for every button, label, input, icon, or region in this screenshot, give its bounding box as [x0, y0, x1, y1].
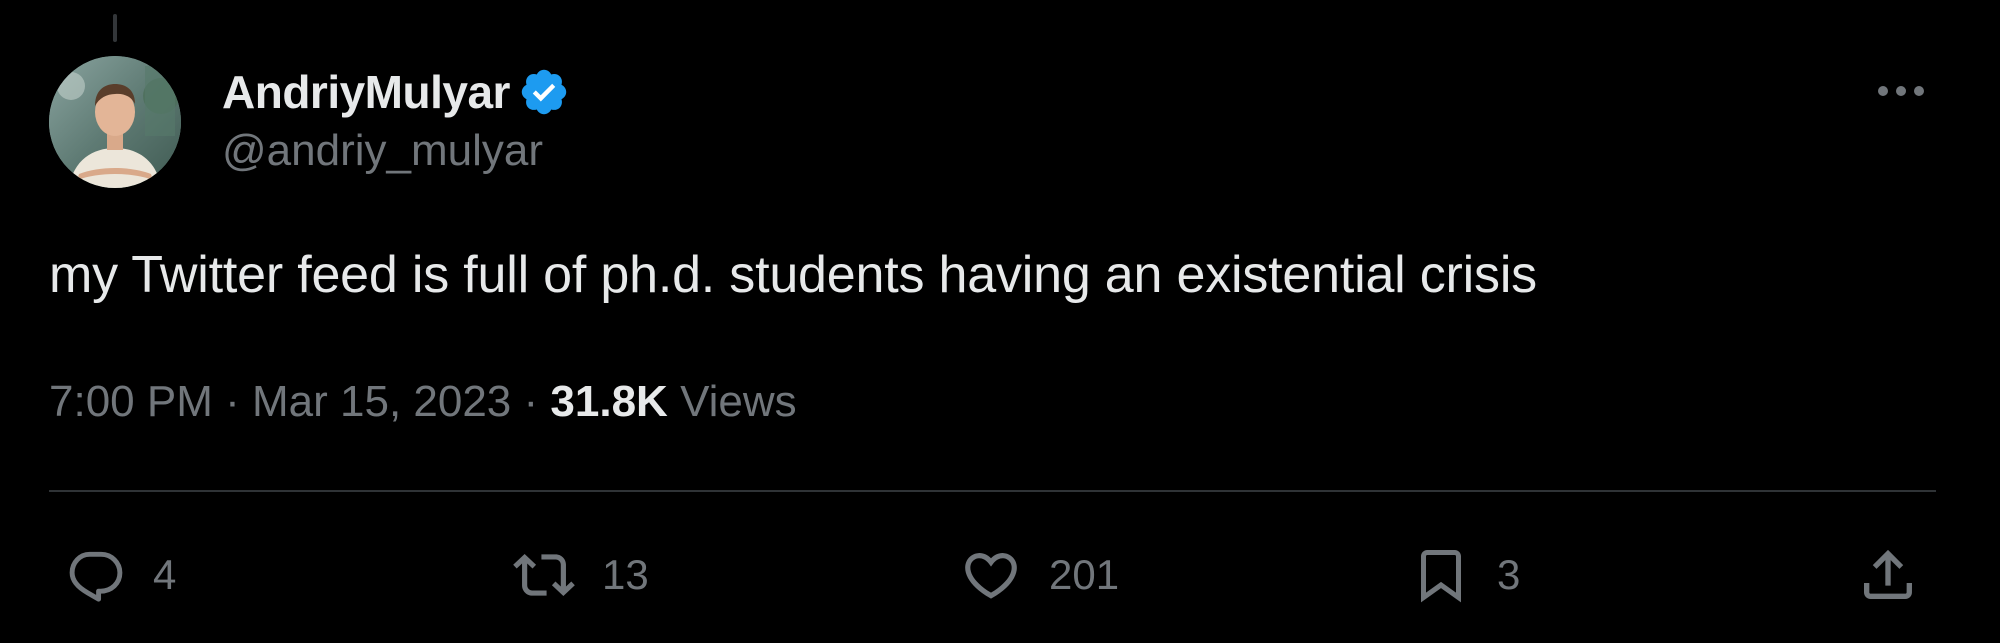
- share-button[interactable]: [1856, 530, 1920, 620]
- retweet-icon: [513, 554, 575, 596]
- action-bar: 4 13 201 3: [49, 530, 1936, 620]
- tweet-time[interactable]: 7:00 PM: [49, 377, 213, 426]
- bookmark-button[interactable]: 3: [1411, 530, 1520, 620]
- avatar-image: [49, 56, 181, 188]
- like-button[interactable]: 201: [959, 530, 1119, 620]
- meta-separator: ·: [523, 377, 539, 426]
- divider: [49, 490, 1936, 492]
- views-count[interactable]: 31.8K: [550, 377, 667, 426]
- share-icon: [1864, 549, 1912, 599]
- verified-badge-icon[interactable]: [518, 66, 570, 118]
- tweet: AndriyMulyar @andriy_mulyar my Twitter f…: [49, 0, 1936, 643]
- avatar[interactable]: [49, 56, 181, 188]
- like-count: 201: [1049, 551, 1120, 598]
- views-label: Views: [680, 377, 797, 426]
- author-info: AndriyMulyar @andriy_mulyar: [222, 62, 570, 176]
- bookmark-icon: [1421, 550, 1461, 603]
- heart-icon: [965, 553, 1017, 599]
- more-horizontal-icon: [1878, 86, 1924, 96]
- meta-separator: ·: [225, 377, 240, 426]
- more-options-button[interactable]: [1866, 66, 1936, 116]
- reply-button[interactable]: 4: [65, 530, 176, 620]
- retweet-count: 13: [602, 551, 649, 598]
- tweet-metadata: 7:00 PM · Mar 15, 2023 · 31.8K Views: [49, 377, 797, 427]
- reply-count: 4: [153, 551, 177, 598]
- author-handle[interactable]: @andriy_mulyar: [222, 126, 570, 176]
- tweet-date[interactable]: Mar 15, 2023: [252, 377, 511, 426]
- reply-icon: [69, 551, 123, 602]
- author-display-name[interactable]: AndriyMulyar: [222, 65, 510, 119]
- retweet-button[interactable]: 13: [512, 530, 649, 620]
- bookmark-count: 3: [1497, 551, 1521, 598]
- tweet-text: my Twitter feed is full of ph.d. student…: [49, 246, 1537, 304]
